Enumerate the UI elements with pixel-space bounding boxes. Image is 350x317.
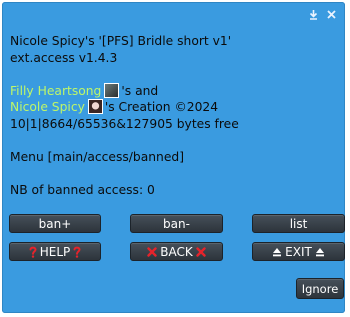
ignore-button[interactable]: Ignore (296, 278, 344, 299)
menu-path: Menu [main/access/banned] (10, 149, 185, 164)
creator-link-filly[interactable]: Filly Heartsong (10, 84, 101, 98)
exit-button[interactable]: EXIT (252, 242, 345, 261)
creator-link-nicole[interactable]: Nicole Spicy (10, 100, 85, 114)
version-text: ext.access v1.4.3 (10, 50, 118, 65)
help-button[interactable]: HELP (9, 242, 101, 261)
memory-status: 10|1|8664/65536&127905 bytes free (10, 116, 239, 131)
question-mark-icon (73, 246, 81, 258)
question-mark-icon (29, 246, 37, 258)
ban-minus-button[interactable]: ban- (130, 214, 223, 233)
credit-connector: 's and (121, 83, 159, 98)
eject-icon (272, 247, 282, 257)
ban-plus-button[interactable]: ban+ (9, 214, 101, 233)
credit-line-1: Filly Heartsong 's and (10, 82, 340, 100)
avatar-filly (104, 82, 120, 98)
list-label: list (289, 216, 308, 231)
script-dialog: Nicole Spicy's '[PFS] Bridle short v1' e… (2, 2, 345, 313)
minimize-icon[interactable] (307, 8, 319, 20)
credit-line-2: Nicole Spicy 's Creation ©2024 (10, 99, 340, 116)
ban-plus-label: ban+ (38, 216, 72, 231)
window-controls (307, 8, 337, 20)
help-label: HELP (39, 244, 71, 259)
banned-count: NB of banned access: 0 (10, 182, 155, 197)
close-icon[interactable] (325, 8, 337, 20)
eject-icon (315, 247, 325, 257)
product-title: Nicole Spicy's '[PFS] Bridle short v1' (10, 34, 232, 48)
ignore-label: Ignore (301, 281, 339, 296)
dialog-message: Nicole Spicy's '[PFS] Bridle short v1' e… (10, 33, 340, 198)
list-button[interactable]: list (252, 214, 345, 233)
exit-label: EXIT (285, 244, 312, 259)
red-x-icon (147, 246, 157, 257)
red-x-icon (196, 246, 206, 257)
back-label: BACK (160, 244, 193, 259)
avatar-nicole (87, 99, 103, 114)
ban-minus-label: ban- (163, 216, 190, 231)
back-button[interactable]: BACK (130, 242, 223, 261)
credit-suffix: 's Creation ©2024 (104, 100, 219, 114)
